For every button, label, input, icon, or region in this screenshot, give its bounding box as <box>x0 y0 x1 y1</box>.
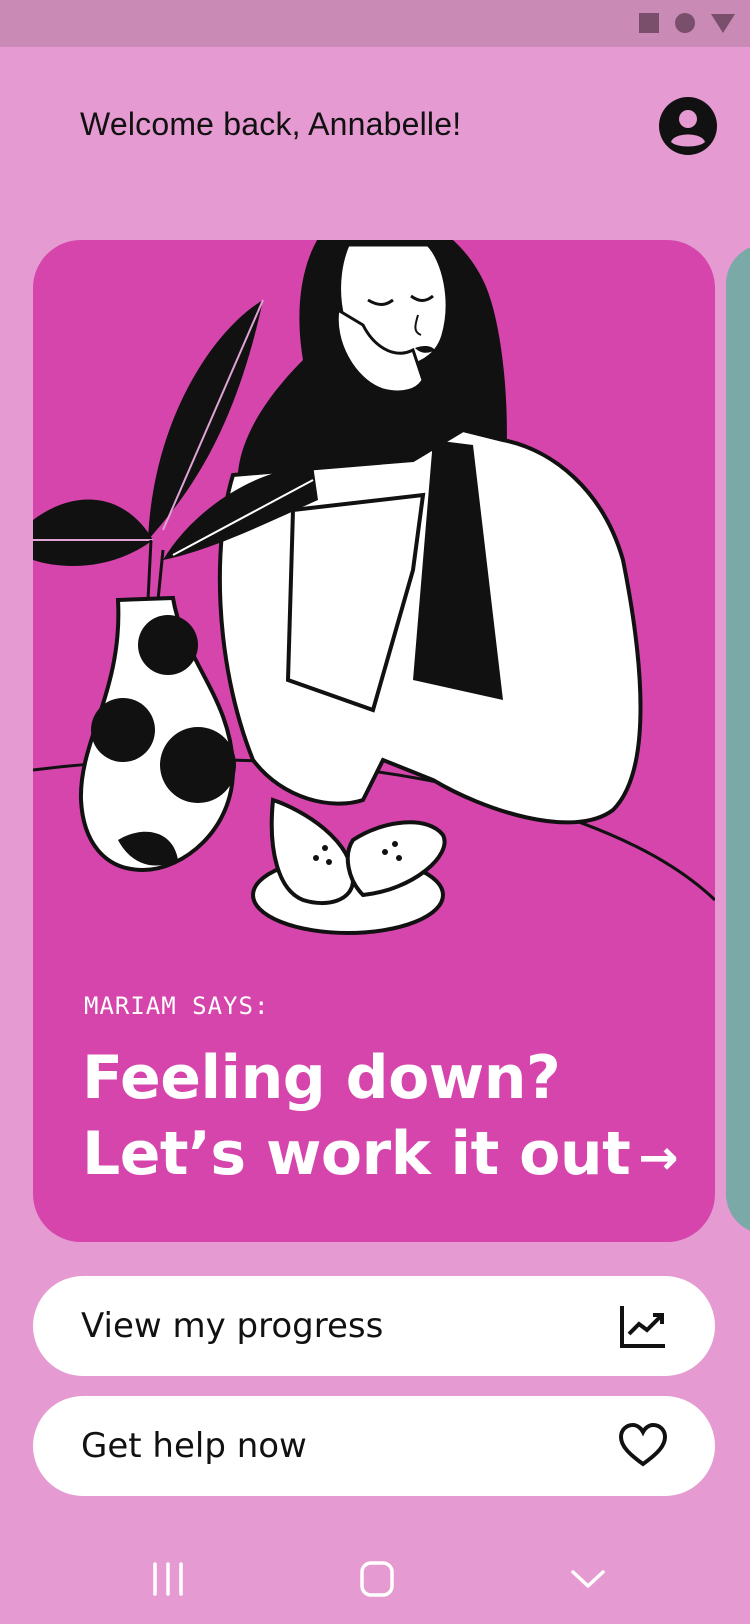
card-title-line-2-text: Let’s work it out <box>82 1119 631 1189</box>
card-title: Feeling down? Let’s work it out → <box>82 1040 682 1196</box>
profile-avatar-button[interactable] <box>658 96 718 156</box>
back-button[interactable] <box>563 1554 613 1604</box>
system-nav-bar <box>0 1530 750 1624</box>
user-circle-icon <box>659 97 717 155</box>
get-help-button[interactable]: Get help now <box>33 1396 715 1496</box>
back-chevron-icon <box>571 1570 605 1588</box>
arrow-right-icon: → <box>638 1130 679 1186</box>
circle-icon <box>675 13 695 33</box>
card-title-line-1: Feeling down? <box>82 1043 561 1113</box>
card-title-line-2: Let’s work it out → <box>82 1116 682 1196</box>
square-icon <box>639 13 659 33</box>
home-button[interactable] <box>352 1554 402 1604</box>
recent-apps-icon <box>153 1562 183 1596</box>
home-icon <box>360 1561 394 1597</box>
card-eyebrow: MARIAM SAYS: <box>84 992 270 1020</box>
triangle-down-icon <box>711 14 735 33</box>
get-help-label: Get help now <box>81 1426 307 1466</box>
heart-icon <box>618 1422 668 1467</box>
view-progress-button[interactable]: View my progress <box>33 1276 715 1376</box>
feature-card[interactable]: MARIAM SAYS: Feeling down? Let’s work it… <box>33 240 715 1242</box>
next-card-peek[interactable] <box>726 244 750 1234</box>
trend-chart-icon <box>620 1306 665 1348</box>
status-icons <box>638 12 736 34</box>
recent-apps-button[interactable] <box>143 1554 193 1604</box>
status-bar <box>0 0 750 47</box>
view-progress-label: View my progress <box>81 1306 384 1346</box>
welcome-heading: Welcome back, Annabelle! <box>80 106 462 142</box>
